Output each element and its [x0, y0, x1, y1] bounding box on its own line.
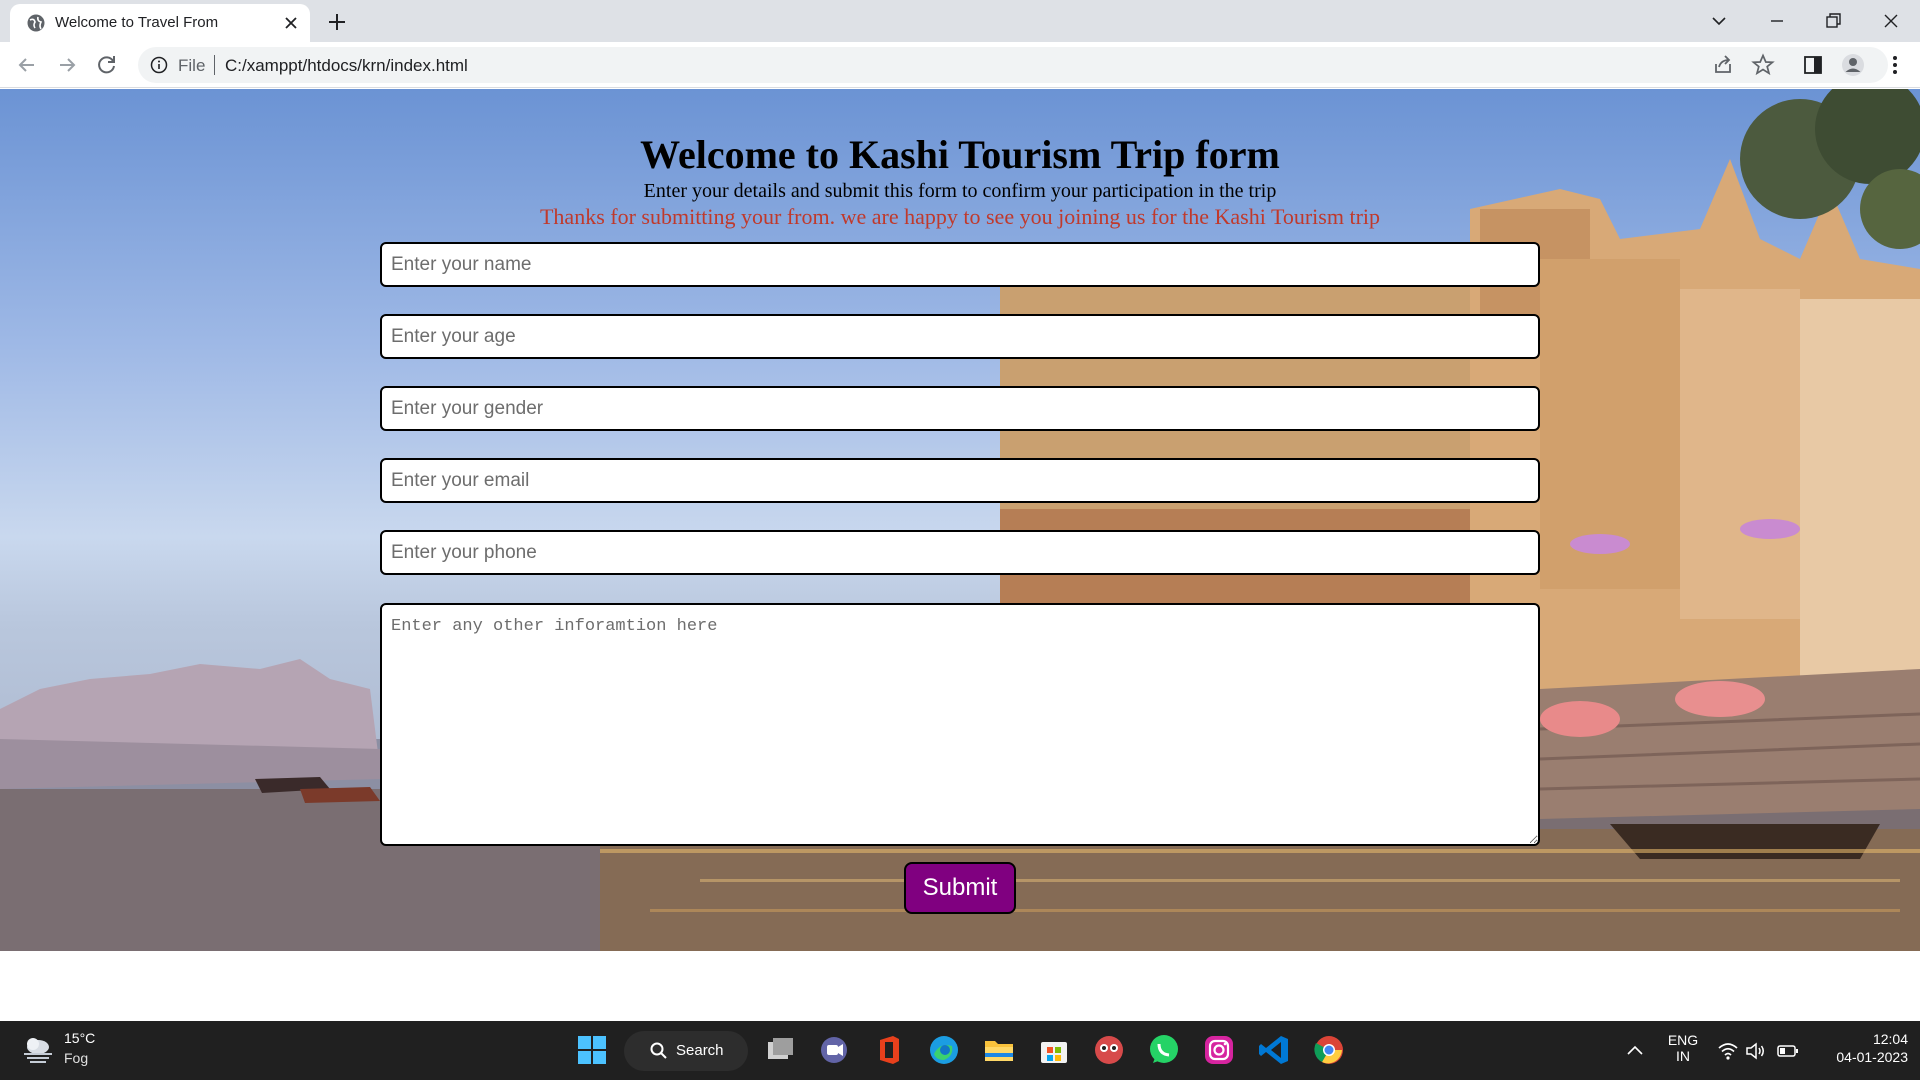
clock-date: 04-01-2023 [1836, 1049, 1908, 1065]
menu-kebab-icon[interactable] [1882, 52, 1908, 78]
whatsapp-icon[interactable] [1146, 1032, 1182, 1068]
address-url[interactable]: C:/xamppt/htdocs/krn/index.html [225, 56, 468, 76]
forward-icon[interactable] [54, 52, 80, 78]
page-subtitle: Enter your details and submit this form … [643, 180, 1277, 202]
game-app-icon[interactable] [1091, 1032, 1127, 1068]
name-input[interactable] [380, 242, 1540, 287]
email-input[interactable] [380, 458, 1540, 503]
side-panel-icon[interactable] [1800, 52, 1826, 78]
thanks-message: Thanks for submitting your from. we are … [539, 204, 1381, 229]
wifi-icon[interactable] [1716, 1039, 1740, 1063]
weather-condition: Fog [64, 1050, 89, 1066]
reload-icon[interactable] [94, 52, 120, 78]
new-tab-icon[interactable] [324, 9, 350, 35]
clock-time: 12:04 [1872, 1031, 1908, 1047]
tab-search-chevron-icon[interactable] [1704, 6, 1734, 36]
instagram-icon[interactable] [1201, 1032, 1237, 1068]
search-label: Search [676, 1042, 724, 1059]
volume-icon[interactable] [1744, 1039, 1768, 1063]
fog-weather-icon[interactable] [20, 1034, 56, 1064]
task-view-icon[interactable] [762, 1032, 798, 1068]
address-scheme: File [178, 56, 206, 75]
search-icon [650, 1042, 667, 1059]
share-icon[interactable] [1710, 52, 1736, 78]
teams-chat-icon[interactable] [816, 1032, 852, 1068]
edge-icon[interactable] [926, 1032, 962, 1068]
page-viewport: Welcome to Kashi Tourism Trip form Enter… [0, 89, 1920, 1021]
language-indicator[interactable]: ENG IN [1664, 1032, 1702, 1064]
globe-icon [27, 14, 45, 32]
language-code: ENG [1667, 1032, 1699, 1048]
other-info-textarea[interactable] [380, 603, 1540, 846]
clock[interactable]: 12:04 04-01-2023 [1812, 1031, 1908, 1065]
kashi-ghats-background: Welcome to Kashi Tourism Trip form Enter… [0, 89, 1920, 951]
vscode-icon[interactable] [1256, 1032, 1292, 1068]
close-window-icon[interactable] [1876, 6, 1906, 36]
gender-input[interactable] [380, 386, 1540, 431]
windows-start-icon[interactable] [574, 1032, 610, 1068]
phone-input[interactable] [380, 530, 1540, 575]
browser-tab[interactable]: Welcome to Travel From [10, 4, 310, 42]
tab-title: Welcome to Travel From [55, 14, 219, 31]
chrome-icon[interactable] [1311, 1032, 1347, 1068]
taskbar: 15°C Fog Search ENG IN 12:04 04-01-2023 [0, 1021, 1920, 1080]
restore-icon[interactable] [1818, 6, 1848, 36]
microsoft-store-icon[interactable] [1036, 1032, 1072, 1068]
weather-temperature: 15°C [64, 1030, 96, 1046]
tray-chevron-up-icon[interactable] [1622, 1038, 1648, 1064]
close-tab-icon[interactable] [280, 12, 302, 34]
age-input[interactable] [380, 314, 1540, 359]
battery-icon[interactable] [1776, 1039, 1800, 1063]
office-icon[interactable] [871, 1032, 907, 1068]
taskbar-search[interactable]: Search [624, 1031, 748, 1071]
back-icon[interactable] [14, 52, 40, 78]
page-title: Welcome to Kashi Tourism Trip form [640, 132, 1280, 177]
minimize-icon[interactable] [1762, 6, 1792, 36]
address-bar[interactable]: File C:/xamppt/htdocs/krn/index.html [138, 47, 1888, 83]
address-separator [214, 55, 215, 75]
site-info-icon[interactable] [150, 56, 168, 74]
bookmark-star-icon[interactable] [1750, 52, 1776, 78]
file-explorer-icon[interactable] [981, 1032, 1017, 1068]
language-region: IN [1676, 1048, 1690, 1064]
tab-strip: Welcome to Travel From [0, 0, 1920, 42]
submit-button[interactable]: Submit [904, 862, 1016, 914]
profile-avatar-icon[interactable] [1840, 52, 1866, 78]
browser-toolbar: File C:/xamppt/htdocs/krn/index.html [0, 42, 1920, 88]
